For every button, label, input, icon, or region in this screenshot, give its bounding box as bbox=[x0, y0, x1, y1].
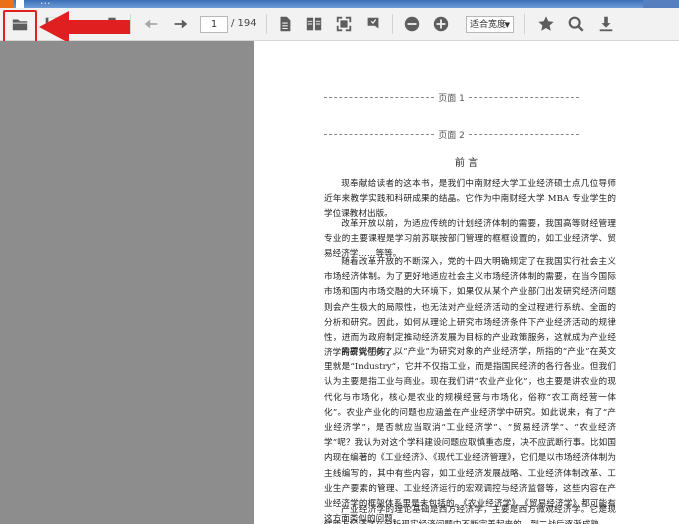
window-title: ... bbox=[40, 0, 51, 7]
zoom-in-icon[interactable] bbox=[429, 12, 453, 36]
zoom-out-icon[interactable] bbox=[400, 12, 424, 36]
zoom-level-select[interactable]: 适合宽度 ▼ bbox=[466, 16, 514, 33]
window-control[interactable] bbox=[643, 0, 679, 8]
toolbar-divider bbox=[266, 14, 267, 34]
page-total-label: / 194 bbox=[231, 18, 257, 29]
body-paragraph: 产业经济学的理论基础是西方经济学，主要是西方微观经济学。它是现代西方经济学在分析… bbox=[324, 505, 616, 524]
page-marker-2: 页面 2 bbox=[324, 128, 579, 141]
page-number-input[interactable] bbox=[200, 16, 228, 33]
page-marker-1: 页面 1 bbox=[324, 91, 579, 104]
previous-page-icon[interactable] bbox=[140, 12, 164, 36]
app-logo-icon bbox=[0, 0, 14, 8]
bookmark-icon[interactable] bbox=[361, 12, 385, 36]
document-heading: 前 言 bbox=[454, 158, 479, 169]
body-paragraph: 现奉献给读者的这本书，是我们中南财经大学工业经济硕士点几位导师近年来教学实践和科… bbox=[324, 179, 616, 220]
body-paragraph: 需要说明的，以“产业”为研究对象的产业经济学，所指的“产业”在英文里就是“Ind… bbox=[324, 347, 616, 524]
toolbar-divider bbox=[524, 14, 525, 34]
left-sidebar-panel bbox=[0, 41, 254, 524]
next-page-icon[interactable] bbox=[168, 12, 192, 36]
single-page-icon[interactable] bbox=[273, 12, 297, 36]
search-icon[interactable] bbox=[564, 12, 588, 36]
zoom-level-label: 适合宽度 bbox=[470, 20, 507, 30]
favorite-star-icon[interactable] bbox=[534, 12, 558, 36]
fullscreen-icon[interactable] bbox=[332, 12, 356, 36]
window-titlebar: ... bbox=[0, 0, 679, 8]
two-page-icon[interactable] bbox=[302, 12, 326, 36]
toolbar-divider bbox=[392, 14, 393, 34]
document-viewer[interactable]: 页面 1 页面 2 前 言 现奉献给读者的这本书，是我们中南财经大学工业经济硕士… bbox=[254, 41, 679, 524]
document-tab-icon bbox=[16, 0, 24, 8]
download-icon[interactable] bbox=[594, 12, 618, 36]
chevron-down-icon: ▼ bbox=[504, 21, 510, 29]
